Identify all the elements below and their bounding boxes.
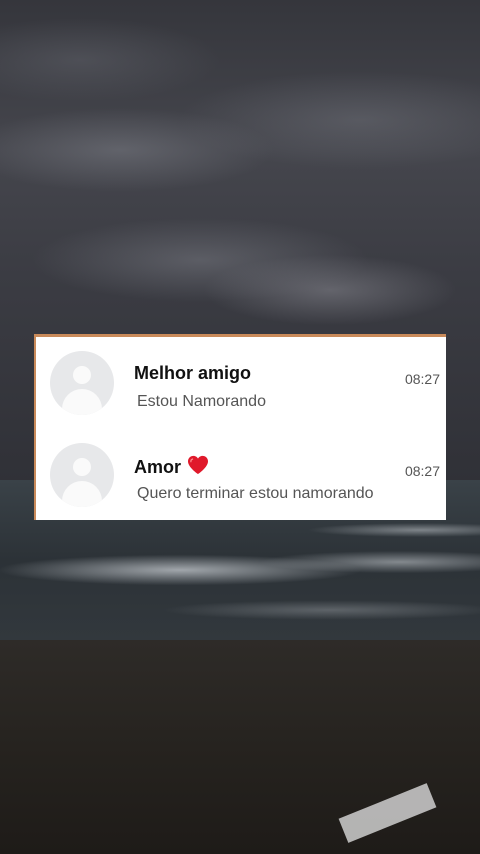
chat-time: 08:27 bbox=[404, 371, 440, 387]
chat-name-text: Amor bbox=[134, 457, 182, 477]
chat-row-amor[interactable]: Amor Quero terminar estou namorando 08:2… bbox=[36, 429, 448, 521]
chat-name-text: Melhor amigo bbox=[134, 363, 252, 383]
chat-last-message: Estou Namorando bbox=[137, 393, 266, 410]
sand bbox=[0, 640, 480, 854]
avatar-body-shape bbox=[62, 389, 102, 415]
chat-last-message: Quero terminar estou namorando bbox=[137, 485, 374, 502]
chat-name: Amor bbox=[134, 455, 209, 480]
avatar-head-shape bbox=[73, 366, 91, 384]
chat-name: Melhor amigo bbox=[134, 363, 251, 384]
chat-list-card: Melhor amigo Estou Namorando 08:27 Amor … bbox=[34, 334, 446, 520]
default-avatar-icon[interactable] bbox=[50, 351, 114, 415]
red-heart-icon bbox=[187, 455, 209, 480]
chat-row-melhor-amigo[interactable]: Melhor amigo Estou Namorando 08:27 bbox=[36, 337, 448, 429]
wave-near bbox=[0, 590, 480, 640]
default-avatar-icon[interactable] bbox=[50, 443, 114, 507]
avatar-head-shape bbox=[73, 458, 91, 476]
chat-time: 08:27 bbox=[404, 463, 440, 479]
avatar-body-shape bbox=[62, 481, 102, 507]
